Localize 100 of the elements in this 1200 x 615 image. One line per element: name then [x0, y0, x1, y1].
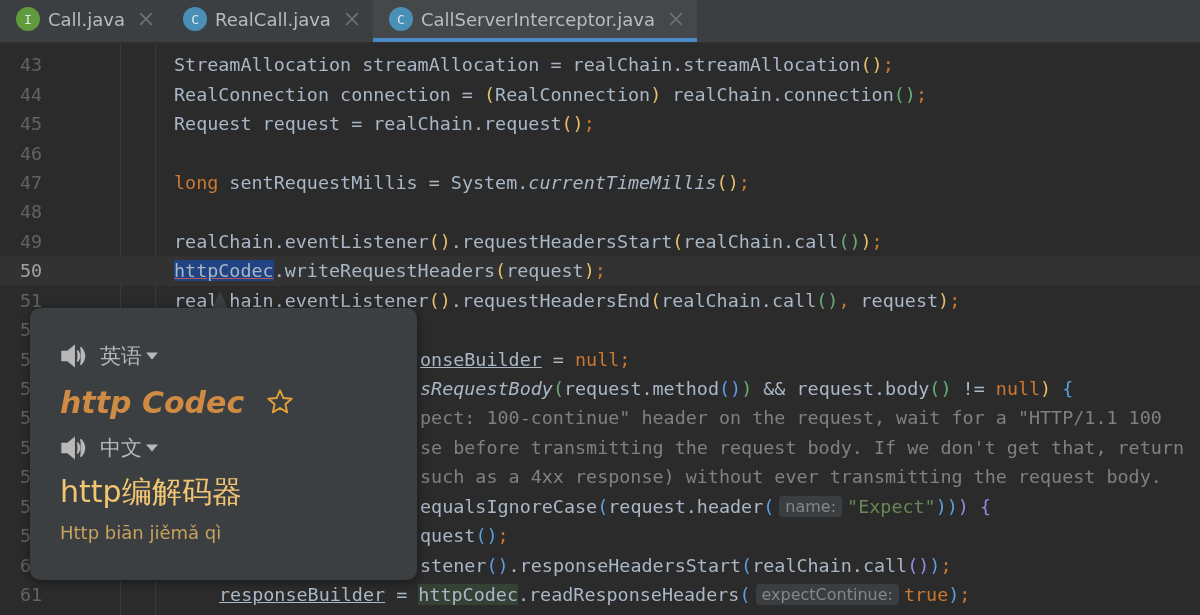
code-text: stener: [420, 554, 487, 576]
bracket-text: ): [650, 83, 662, 105]
bracket-text: (): [428, 230, 451, 252]
punctuation-text: ;: [738, 171, 750, 193]
line-number: 43: [19, 54, 40, 76]
bracket-text: (): [816, 289, 839, 311]
bracket-text: {: [978, 495, 992, 517]
code-text: .requestHeadersStart: [450, 230, 673, 252]
bracket-text: (: [597, 495, 609, 517]
code-text: request: [859, 289, 939, 311]
line-number: 5: [19, 348, 33, 370]
code-text: request.method: [563, 378, 719, 400]
code-text: .requestHeadersEnd: [450, 289, 651, 311]
parameter-hint: expectContinue:: [755, 584, 899, 606]
code-text: realChain.connection: [671, 83, 894, 105]
punctuation-text: ;: [949, 289, 961, 311]
bracket-text: (): [929, 378, 952, 400]
line-number: 5: [19, 495, 33, 517]
bracket-text: (: [495, 260, 507, 282]
code-text: .readResponseHeaders: [517, 584, 740, 606]
bracket-text: (): [716, 171, 739, 193]
code-text: RealConnection: [495, 83, 651, 105]
bracket-text: (): [907, 554, 930, 576]
bracket-text: (: [484, 83, 496, 105]
bracket-text: (): [860, 54, 883, 76]
punctuation-text: ,: [838, 289, 850, 311]
file-tab[interactable]: C RealCall.java: [167, 0, 373, 42]
bracket-text: (): [428, 289, 451, 311]
code-text: =: [551, 348, 565, 370]
line-number: 5: [19, 466, 33, 488]
comment-text: se before transmitting the request body. If we don't get that, return: [420, 436, 1184, 458]
code-text: realChain.call: [752, 554, 908, 576]
bracket-text: (): [475, 525, 498, 547]
bracket-text: ): [946, 495, 958, 517]
line-number: 45: [19, 113, 40, 135]
file-type-icon: I: [16, 7, 40, 31]
code-text: request: [506, 260, 584, 282]
punctuation-text: ;: [940, 554, 952, 576]
line-number: 61: [19, 584, 40, 606]
code-text: =: [395, 584, 409, 606]
bracket-text: (: [763, 495, 775, 517]
code-text: realChain.call: [683, 230, 839, 252]
caret-icon: [146, 444, 158, 452]
line-number: 5: [19, 525, 33, 547]
line-number: 46: [19, 142, 40, 164]
code-text: quest: [420, 525, 476, 547]
translation-text: http编解码器: [60, 472, 243, 511]
bracket-text: (): [893, 83, 916, 105]
line-number: 5: [19, 407, 33, 429]
bracket-text: (: [672, 230, 684, 252]
bracket-text: (: [739, 584, 751, 606]
speaker-icon[interactable]: [60, 436, 86, 460]
keyword-text: null: [995, 378, 1041, 400]
line-number: 51: [19, 289, 40, 311]
field-identifier: responseBuilder: [219, 584, 386, 606]
code-text: RealConnection connection =: [174, 83, 474, 105]
speaker-icon[interactable]: [60, 344, 86, 368]
string-text: "Expect": [847, 495, 936, 517]
punctuation-text: ;: [871, 230, 883, 252]
bracket-text: (): [486, 554, 509, 576]
code-text: sentRequestMillis = System.: [228, 171, 529, 193]
language-dropdown[interactable]: 英语: [100, 342, 158, 370]
method-text: currentTimeMillis: [528, 171, 717, 193]
keyword-text: true: [903, 584, 949, 606]
punctuation-text: ;: [619, 348, 631, 370]
code-text: equalsIgnoreCase: [420, 495, 598, 517]
bracket-text: (: [741, 554, 753, 576]
pinyin-text: Http biān jiěmǎ qì: [60, 522, 223, 543]
code-text: && request.body: [762, 378, 930, 400]
line-number: 48: [19, 201, 40, 223]
file-tab[interactable]: I Call.java: [0, 0, 168, 42]
bracket-text: (: [552, 378, 564, 400]
method-text: sRequestBody: [420, 378, 553, 400]
bracket-text: ): [935, 495, 947, 517]
code-text: Request request = realChain.request: [174, 113, 562, 135]
code-text: realChain.call: [661, 289, 817, 311]
bracket-text: (): [561, 113, 584, 135]
star-icon[interactable]: [266, 388, 295, 416]
bracket-text: ): [1040, 378, 1052, 400]
file-tab[interactable]: C CallServerInterceptor.java: [372, 0, 698, 42]
selected-identifier: httpCodec: [174, 260, 274, 282]
bracket-text: ): [860, 230, 872, 252]
source-term: http Codec: [60, 384, 245, 420]
highlighted-identifier: httpCodec: [418, 584, 518, 606]
parameter-hint: name:: [779, 495, 843, 517]
bracket-text: ): [929, 554, 941, 576]
bracket-text: (): [718, 378, 742, 400]
line-number: 50: [19, 260, 40, 282]
file-type-icon: C: [388, 7, 413, 31]
code-text: .responseHeadersStart: [508, 554, 742, 576]
comment-text: such as a 4xx response) without ever transmitting the request body.: [420, 466, 1162, 488]
line-number: 6: [19, 554, 33, 576]
line-number: 44: [19, 83, 40, 105]
line-number: 5: [19, 436, 33, 458]
line-number: 5: [19, 319, 33, 341]
line-number: 47: [19, 171, 40, 193]
bracket-text: ): [948, 584, 960, 606]
field-identifier: onseBuilder: [420, 348, 542, 370]
language-dropdown[interactable]: 中文: [100, 434, 158, 462]
punctuation-text: ;: [594, 260, 606, 282]
